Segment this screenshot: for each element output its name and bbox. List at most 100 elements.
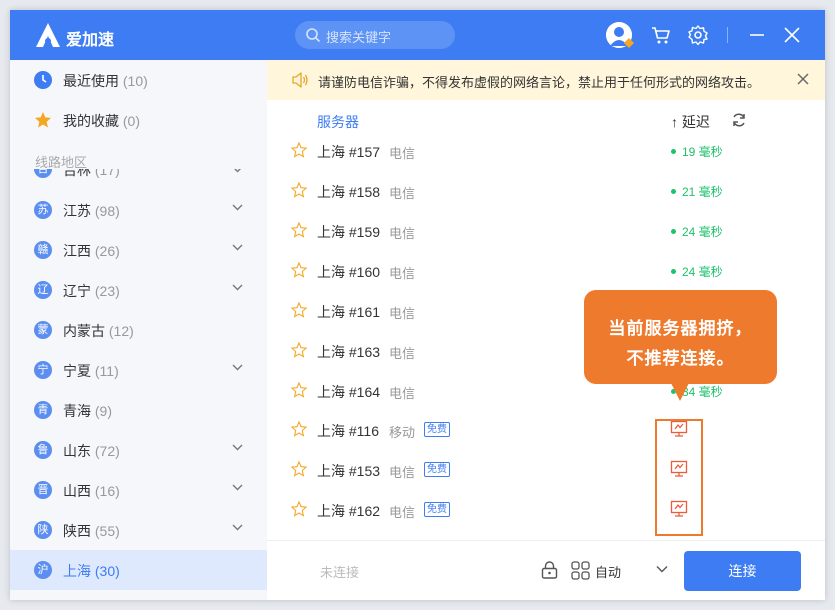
server-name: 上海 #163 [317, 344, 381, 360]
sidebar-item-region[interactable]: 宁宁夏 (11) [10, 350, 267, 390]
lock-icon[interactable] [541, 561, 558, 579]
region-badge-icon: 吉 [34, 169, 52, 178]
sidebar-item-region[interactable]: 青青海 (9) [10, 390, 267, 430]
favorite-star-icon[interactable] [291, 501, 307, 517]
region-count: (12) [108, 323, 134, 339]
region-name: 辽宁 [63, 283, 91, 299]
close-icon[interactable] [781, 24, 803, 46]
favorite-star-icon[interactable] [291, 222, 307, 238]
server-name: 上海 #157 [317, 144, 381, 160]
vip-badge-icon [624, 38, 634, 48]
server-isp: 电信 [389, 465, 416, 480]
sidebar-item-region[interactable]: 晋山西 (16) [10, 470, 267, 510]
server-isp: 电信 [389, 346, 416, 361]
sidebar-item-region[interactable]: 苏江苏 (98) [10, 190, 267, 230]
search-input[interactable]: 搜索关键字 [326, 27, 391, 46]
server-name: 上海 #164 [317, 384, 381, 400]
chevron-down-icon[interactable] [232, 484, 243, 491]
server-isp: 电信 [389, 386, 416, 401]
mode-select-value[interactable]: 自动 [595, 562, 621, 581]
cart-icon[interactable] [650, 24, 672, 46]
sidebar-item-region[interactable]: 陕陕西 (55) [10, 510, 267, 550]
clock-icon [34, 71, 52, 89]
settings-gear-icon[interactable] [687, 24, 709, 46]
speaker-icon [292, 72, 308, 88]
chevron-down-icon[interactable] [232, 364, 243, 371]
chevron-down-icon[interactable] [232, 169, 243, 173]
sidebar-item-region[interactable]: 赣江西 (26) [10, 230, 267, 270]
sidebar-item-favorites[interactable]: 我的收藏 (0) [10, 100, 267, 140]
favorite-star-icon[interactable] [291, 182, 307, 198]
app-brand: 爱加速 [66, 32, 115, 49]
sidebar-item-recent[interactable]: 最近使用 (10) [10, 60, 267, 100]
server-row[interactable]: 上海 #160 电信 24 毫秒 [267, 250, 825, 290]
region-count: (9) [94, 403, 113, 419]
search-icon [306, 28, 321, 43]
free-badge: 免费 [424, 462, 450, 477]
region-count: (11) [94, 363, 119, 379]
notice-close-icon[interactable] [797, 73, 809, 85]
chevron-down-icon[interactable] [232, 444, 243, 451]
latency-value: 24 毫秒 [671, 263, 723, 280]
region-name: 上海 [63, 563, 91, 579]
favorite-star-icon[interactable] [291, 302, 307, 318]
server-isp: 电信 [389, 226, 416, 241]
server-row[interactable]: 上海 #158 电信 21 毫秒 [267, 170, 825, 210]
server-isp: 电信 [389, 266, 416, 281]
chevron-down-icon[interactable] [656, 565, 668, 573]
sidebar-item-region[interactable]: 辽辽宁 (23) [10, 270, 267, 310]
server-row[interactable]: 上海 #159 电信 24 毫秒 [267, 210, 825, 250]
callout-pointer [671, 383, 689, 401]
notice-text: 请谨防电信诈骗，不得发布虚假的网络言论，禁止用于任何形式的网络攻击。 [318, 75, 761, 90]
server-isp: 电信 [389, 146, 416, 161]
chevron-down-icon[interactable] [232, 524, 243, 531]
favorite-star-icon[interactable] [291, 142, 307, 158]
region-badge-icon: 陕 [34, 521, 52, 539]
grid-mode-icon[interactable] [571, 561, 590, 580]
region-name: 青海 [63, 403, 91, 419]
server-row[interactable]: 上海 #116 移动 免费 [267, 409, 825, 449]
favorite-star-icon[interactable] [291, 342, 307, 358]
free-badge: 免费 [424, 422, 450, 437]
region-count: (55) [94, 523, 120, 539]
column-latency-sort[interactable]: ↑ 延迟 [671, 112, 710, 132]
sidebar-item-region[interactable]: 鲁山东 (72) [10, 430, 267, 470]
server-isp: 电信 [389, 306, 416, 321]
search-box[interactable]: 搜索关键字 [295, 21, 455, 49]
region-name: 陕西 [63, 523, 91, 539]
server-name: 上海 #160 [317, 264, 381, 280]
region-count: (17) [94, 169, 120, 178]
connection-status: 未连接 [320, 565, 360, 580]
chevron-down-icon[interactable] [232, 284, 243, 291]
minimize-icon[interactable] [746, 24, 768, 46]
server-name: 上海 #116 [317, 423, 379, 439]
region-sidebar: 最近使用 (10) 我的收藏 (0) 线路地区 吉吉林 (17) 苏江苏 (98)… [10, 60, 267, 600]
favorite-star-icon[interactable] [291, 461, 307, 477]
chevron-down-icon[interactable] [232, 244, 243, 251]
star-filled-icon [35, 112, 51, 128]
region-name: 山东 [63, 443, 91, 459]
favorites-label: 我的收藏 [63, 113, 119, 129]
column-server-header[interactable]: 服务器 [317, 112, 359, 132]
server-name: 上海 #162 [317, 503, 381, 519]
refresh-icon[interactable] [731, 112, 747, 128]
region-name: 山西 [63, 483, 91, 499]
favorite-star-icon[interactable] [291, 262, 307, 278]
server-row[interactable]: 上海 #157 电信 19 毫秒 [267, 130, 825, 170]
latency-value: 21 毫秒 [671, 183, 723, 200]
region-badge-icon: 赣 [34, 241, 52, 259]
chevron-down-icon[interactable] [232, 204, 243, 211]
sidebar-item-region[interactable]: 吉 吉林 (17) [10, 169, 267, 191]
server-row[interactable]: 上海 #153 电信 免费 [267, 449, 825, 489]
server-name: 上海 #153 [317, 463, 381, 479]
server-row[interactable]: 上海 #162 电信 免费 [267, 489, 825, 529]
favorite-star-icon[interactable] [291, 421, 307, 437]
sidebar-item-region[interactable]: 蒙内蒙古 (12) [10, 310, 267, 350]
callout-line1: 当前服务器拥挤， [608, 319, 753, 338]
server-name: 上海 #161 [317, 304, 381, 320]
region-badge-icon: 鲁 [34, 441, 52, 459]
connect-button[interactable]: 连接 [684, 551, 801, 591]
favorite-star-icon[interactable] [291, 382, 307, 398]
server-isp: 电信 [389, 505, 416, 520]
sidebar-item-region[interactable]: 沪上海 (30) [10, 550, 267, 590]
